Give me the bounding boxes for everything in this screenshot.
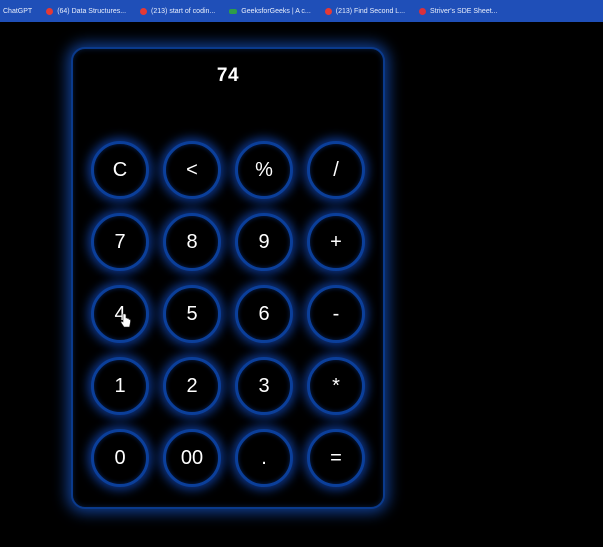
youtube-icon	[140, 7, 148, 15]
double-zero-button[interactable]: 00	[163, 429, 221, 487]
bookmark-start-of-coding[interactable]: (213) start of codin...	[140, 0, 215, 22]
striver-icon	[419, 7, 427, 15]
keypad: C < % / 7 8 9 + 4 5 6 - 1 2 3 * 0 00 . =	[91, 141, 365, 487]
digit-5-button[interactable]: 5	[163, 285, 221, 343]
bookmark-label: ChatGPT	[3, 7, 33, 15]
add-button[interactable]: +	[307, 213, 365, 271]
bookmark-data-structures[interactable]: (64) Data Structures...	[46, 0, 126, 22]
youtube-icon	[324, 7, 332, 15]
digit-3-button[interactable]: 3	[235, 357, 293, 415]
backspace-button[interactable]: <	[163, 141, 221, 199]
mouse-pointer-icon	[120, 313, 131, 328]
bookmark-striver-sde-sheet[interactable]: Striver's SDE Sheet...	[419, 0, 498, 22]
geeksforgeeks-icon	[229, 8, 238, 14]
youtube-icon	[46, 7, 54, 15]
digit-9-button[interactable]: 9	[235, 213, 293, 271]
calculator: 74 C < % / 7 8 9 + 4 5 6 - 1 2 3 * 0 00 …	[71, 47, 385, 509]
digit-7-button[interactable]: 7	[91, 213, 149, 271]
clear-button[interactable]: C	[91, 141, 149, 199]
bookmark-label: (213) start of codin...	[151, 7, 216, 15]
equals-button[interactable]: =	[307, 429, 365, 487]
calculator-display: 74	[216, 65, 240, 86]
digit-2-button[interactable]: 2	[163, 357, 221, 415]
digit-1-button[interactable]: 1	[91, 357, 149, 415]
multiply-button[interactable]: *	[307, 357, 365, 415]
bookmarks-bar: ChatGPT (64) Data Structures... (213) st…	[0, 0, 603, 22]
digit-0-button[interactable]: 0	[91, 429, 149, 487]
bookmark-find-second[interactable]: (213) Find Second L...	[324, 0, 406, 22]
percent-button[interactable]: %	[235, 141, 293, 199]
subtract-button[interactable]: -	[307, 285, 365, 343]
bookmark-label: (213) Find Second L...	[335, 7, 406, 15]
bookmark-label: Striver's SDE Sheet...	[430, 7, 498, 15]
bookmark-label: GeeksforGeeks | A c...	[241, 7, 311, 15]
bookmark-geeksforgeeks[interactable]: GeeksforGeeks | A c...	[229, 0, 311, 22]
digit-8-button[interactable]: 8	[163, 213, 221, 271]
bookmark-chatgpt[interactable]: ChatGPT	[3, 0, 32, 22]
bookmark-label: (64) Data Structures...	[57, 7, 127, 15]
decimal-button[interactable]: .	[235, 429, 293, 487]
digit-6-button[interactable]: 6	[235, 285, 293, 343]
divide-button[interactable]: /	[307, 141, 365, 199]
